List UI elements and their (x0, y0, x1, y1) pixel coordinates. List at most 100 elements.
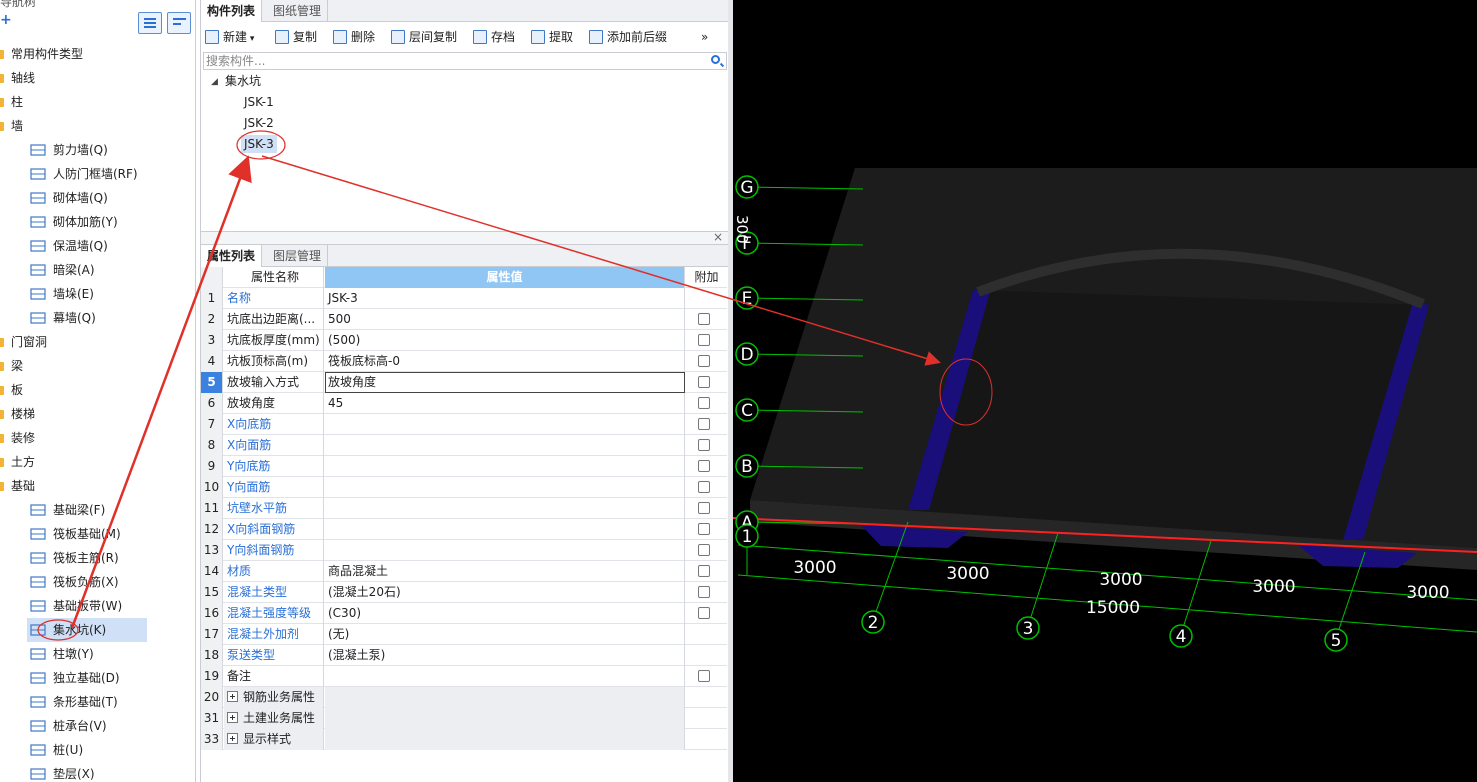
property-value[interactable] (325, 477, 685, 498)
property-row[interactable]: 19 备注 (201, 666, 727, 687)
expand-icon[interactable] (227, 733, 238, 744)
add-icon[interactable]: + (0, 12, 12, 28)
property-value[interactable]: (500) (325, 330, 685, 351)
panel-splitter[interactable]: × (201, 230, 729, 245)
tree-category[interactable]: 常用构件类型 (0, 42, 195, 66)
toolbar-button-1[interactable]: 复制 (273, 28, 317, 46)
tree-category[interactable]: 门窗洞 (0, 330, 195, 354)
tree-item-foundation[interactable]: 独立基础(D) (0, 666, 195, 690)
list-view-icon[interactable] (138, 12, 162, 34)
property-value[interactable]: (混凝土20石) (325, 582, 685, 603)
tree-item-wall[interactable]: 墙垛(E) (0, 282, 195, 306)
property-row[interactable]: 10 Y向面筋 (201, 477, 727, 498)
property-row[interactable]: 7 X向底筋 (201, 414, 727, 435)
property-row[interactable]: 8 X向面筋 (201, 435, 727, 456)
dropdown-arrow-icon[interactable]: ▾ (247, 34, 255, 44)
property-row[interactable]: 3 坑底板厚度(mm) (500) (201, 330, 727, 351)
tree-item-foundation[interactable]: 筏板负筋(X) (0, 570, 195, 594)
tree-item-jsk-2[interactable]: JSK-2 (244, 114, 274, 132)
search-input[interactable]: 搜索构件... (203, 52, 727, 70)
toolbar-button-3[interactable]: 层间复制 (389, 28, 457, 46)
tab-property-list[interactable]: 属性列表 (201, 245, 263, 267)
collapse-icon[interactable]: ◢ (211, 73, 218, 91)
tab-drawing-management[interactable]: 图纸管理 (267, 0, 329, 22)
axis-bubble-4[interactable]: 4 (1169, 624, 1193, 648)
toolbar-button-0[interactable]: 新建 ▾ (203, 28, 254, 46)
tree-category[interactable]: 基础 (0, 474, 195, 498)
toolbar-button-2[interactable]: 删除 (331, 28, 375, 46)
extra-checkbox[interactable] (698, 460, 710, 472)
property-value[interactable] (325, 666, 685, 687)
property-value[interactable] (325, 519, 685, 540)
toolbar-more-icon[interactable]: » (701, 28, 708, 46)
search-icon[interactable] (711, 55, 720, 64)
tree-item-foundation[interactable]: 桩(U) (0, 738, 195, 762)
property-value[interactable]: (C30) (325, 603, 685, 624)
property-value[interactable] (325, 435, 685, 456)
tree-item-wall[interactable]: 砌体墙(Q) (0, 186, 195, 210)
extra-checkbox[interactable] (698, 313, 710, 325)
property-row[interactable]: 1 名称 JSK-3 (201, 288, 727, 309)
extra-checkbox[interactable] (698, 418, 710, 430)
property-row[interactable]: 5 放坡输入方式 放坡角度 (201, 372, 727, 393)
property-value[interactable]: 500 (325, 309, 685, 330)
property-value[interactable] (325, 729, 685, 750)
axis-bubble-5[interactable]: 5 (1324, 628, 1348, 652)
tree-item-foundation[interactable]: 桩承台(V) (0, 714, 195, 738)
tab-layer-management[interactable]: 图层管理 (267, 245, 329, 267)
extra-checkbox[interactable] (698, 376, 710, 388)
property-row[interactable]: 13 Y向斜面钢筋 (201, 540, 727, 561)
property-row[interactable]: 2 坑底出边距离(... 500 (201, 309, 727, 330)
property-row[interactable]: 6 放坡角度 45 (201, 393, 727, 414)
toolbar-button-6[interactable]: 添加前后缀 (587, 28, 667, 46)
tree-item-wall[interactable]: 剪力墙(Q) (0, 138, 195, 162)
property-value[interactable] (325, 687, 685, 708)
tree-item-foundation[interactable]: 基础板带(W) (0, 594, 195, 618)
extra-checkbox[interactable] (698, 334, 710, 346)
axis-bubble-2[interactable]: 2 (861, 610, 885, 634)
property-value[interactable] (325, 414, 685, 435)
tree-item-foundation[interactable]: 筏板主筋(R) (0, 546, 195, 570)
property-row[interactable]: 17 混凝土外加剂 (无) (201, 624, 727, 645)
extra-checkbox[interactable] (698, 607, 710, 619)
property-row[interactable]: 4 坑板顶标高(m) 筏板底标高-0 (201, 351, 727, 372)
toolbar-button-5[interactable]: 提取 (529, 28, 573, 46)
tree-category[interactable]: 装修 (0, 426, 195, 450)
tree-category[interactable]: 板 (0, 378, 195, 402)
tree-category[interactable]: 轴线 (0, 66, 195, 90)
property-row[interactable]: 16 混凝土强度等级 (C30) (201, 603, 727, 624)
tree-category[interactable]: 柱 (0, 90, 195, 114)
axis-bubble-b[interactable]: B (735, 454, 759, 478)
property-row[interactable]: 15 混凝土类型 (混凝土20石) (201, 582, 727, 603)
tree-item-foundation[interactable]: 筏板基础(M) (0, 522, 195, 546)
tree-category[interactable]: 土方 (0, 450, 195, 474)
property-row[interactable]: 20 钢筋业务属性 (201, 687, 727, 708)
property-value[interactable]: (无) (325, 624, 685, 645)
extra-checkbox[interactable] (698, 439, 710, 451)
tree-item-wall[interactable]: 暗梁(A) (0, 258, 195, 282)
property-value[interactable]: 放坡角度 (325, 372, 685, 393)
property-value[interactable]: 45 (325, 393, 685, 414)
detail-view-icon[interactable] (167, 12, 191, 34)
tree-item-foundation[interactable]: 柱墩(Y) (0, 642, 195, 666)
property-row[interactable]: 11 坑壁水平筋 (201, 498, 727, 519)
extra-checkbox[interactable] (698, 397, 710, 409)
extra-checkbox[interactable] (698, 565, 710, 577)
axis-bubble-g[interactable]: G (735, 175, 759, 199)
extra-checkbox[interactable] (698, 502, 710, 514)
tree-item-foundation[interactable]: 条形基础(T) (0, 690, 195, 714)
extra-checkbox[interactable] (698, 523, 710, 535)
extra-checkbox[interactable] (698, 481, 710, 493)
axis-bubble-d[interactable]: D (735, 342, 759, 366)
axis-bubble-1[interactable]: 1 (735, 524, 759, 548)
property-row[interactable]: 33 显示样式 (201, 729, 727, 750)
extra-checkbox[interactable] (698, 544, 710, 556)
property-value[interactable] (325, 498, 685, 519)
axis-bubble-3[interactable]: 3 (1016, 616, 1040, 640)
property-row[interactable]: 14 材质 商品混凝土 (201, 561, 727, 582)
property-row[interactable]: 31 土建业务属性 (201, 708, 727, 729)
tree-item-foundation[interactable]: 基础梁(F) (0, 498, 195, 522)
3d-view[interactable]: G F E D C B A 1 2 3 4 5 3000 3000 3000 3000 3000 15000 300 (733, 0, 1477, 782)
tree-item-sump-pit[interactable]: 集水坑(K) (27, 618, 147, 642)
tree-item-wall[interactable]: 保温墙(Q) (0, 234, 195, 258)
